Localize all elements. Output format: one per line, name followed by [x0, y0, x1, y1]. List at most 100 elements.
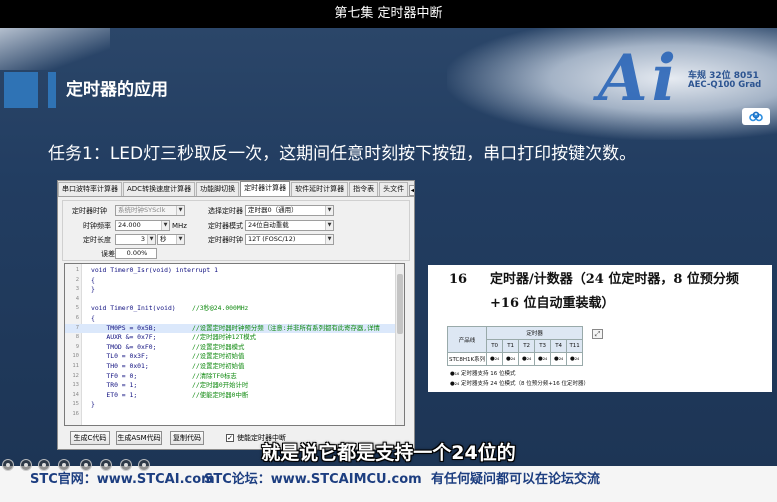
- expand-icon[interactable]: ⤢: [592, 329, 603, 339]
- player-control-icon[interactable]: [2, 459, 14, 471]
- table-cell: ●₂₄: [550, 352, 568, 366]
- footer-bar: STC官网：www.STCAI.com STC论坛：www.STCAIMCU.c…: [0, 466, 777, 502]
- player-control-icon[interactable]: [100, 459, 112, 471]
- duration-unit-select[interactable]: 秒 ▼: [157, 234, 185, 245]
- table-cell: ●₂₄: [534, 352, 552, 366]
- table-header-product: 产品线: [446, 326, 488, 353]
- player-control-icon[interactable]: [138, 459, 150, 471]
- code-line[interactable]: 11 TH0 = 0x01; //设置定时初始值: [65, 362, 397, 372]
- stepper-icon: ▼: [147, 235, 155, 244]
- cloud-icon: [749, 111, 763, 122]
- logo-tagline-2: AEC-Q100 Grad: [688, 80, 762, 90]
- timer-clock-source-label: 定时器时钟: [72, 207, 107, 215]
- generated-code-editor[interactable]: 1 void Timer0_Isr(void) interrupt 1 2{3} 4 5…: [64, 263, 405, 426]
- clock-freq-unit: MHz: [172, 222, 187, 230]
- code-text: void Timer0_Init(void): [91, 304, 176, 313]
- table-col-t3: T3: [534, 339, 552, 353]
- tab-pin-switch[interactable]: 功能脚切换: [196, 182, 240, 196]
- code-line[interactable]: 4: [65, 295, 397, 305]
- timer-clock-label: 定时器时钟: [208, 236, 243, 244]
- tab-adc-calculator[interactable]: ADC转换速度计算器: [123, 182, 196, 196]
- table-cell: ●₂₄: [518, 352, 536, 366]
- section-marker-bar: [48, 72, 56, 108]
- tab-header-file[interactable]: 头文件: [379, 182, 409, 196]
- code-scrollbar-thumb[interactable]: [397, 274, 403, 334]
- line-number: 8: [75, 334, 79, 341]
- tool-tab-bar: 串口波特率计算器 ADC转换速度计算器 功能脚切换 定时器计算器 软件延时计算器…: [58, 181, 414, 197]
- tab-scroll-arrows: ◀ ▶: [409, 185, 414, 196]
- code-comment: //定时器时钟12T模式: [192, 333, 256, 342]
- footnote-16bit: ●₁₆ 定时器支持 16 位模式: [450, 371, 516, 377]
- tab-instruction-table[interactable]: 指令表: [349, 182, 379, 196]
- code-line[interactable]: 13 TR0 = 1; //定时器0开始计时: [65, 381, 397, 391]
- code-line[interactable]: 1 void Timer0_Isr(void) interrupt 1: [65, 266, 397, 276]
- timer-clock-source-select[interactable]: 系统时钟SYSclk ▼: [115, 205, 185, 216]
- code-text: TMOD &= 0xF0;: [91, 342, 157, 351]
- timer-settings-panel: 定时器时钟 系统时钟SYSclk ▼ 时钟频率 24.000 ▼ MHz 定时长度 …: [62, 200, 410, 261]
- line-number: 5: [75, 305, 79, 312]
- timer-mode-select[interactable]: 24位自动重载 ▼: [245, 220, 334, 231]
- tab-scroll-left-icon[interactable]: ◀: [409, 185, 414, 196]
- tab-baud-calculator[interactable]: 串口波特率计算器: [58, 182, 122, 196]
- code-line[interactable]: 9 TMOD &= 0xF0; //设置定时器模式: [65, 343, 397, 353]
- code-line[interactable]: 15}: [65, 400, 397, 410]
- line-number: 3: [75, 286, 79, 293]
- line-number: 4: [75, 295, 79, 302]
- side-cloud-button[interactable]: [742, 108, 770, 125]
- section-title: 定时器的应用: [66, 80, 168, 100]
- timer-feature-table: 产品线 定时器 T0 T1 T2 T3 T4 T11 STC8H1K系列 ●₂₄…: [446, 326, 584, 366]
- chevron-down-icon: ▼: [325, 206, 333, 215]
- video-title: 第七集 定时器中断: [0, 0, 777, 28]
- tab-delay-calculator[interactable]: 软件延时计算器: [291, 182, 349, 196]
- tab-timer-calculator[interactable]: 定时器计算器: [240, 181, 291, 196]
- code-text: void Timer0_Isr(void) interrupt 1: [91, 266, 218, 274]
- code-text: TL0 = 0x3F;: [91, 352, 149, 361]
- player-control-icon[interactable]: [58, 459, 70, 471]
- player-control-icon[interactable]: [38, 459, 50, 471]
- line-number: 2: [75, 276, 79, 283]
- code-scrollbar[interactable]: [395, 264, 404, 425]
- duration-unit-value: 秒: [160, 235, 167, 243]
- clock-freq-input[interactable]: 24.000 ▼: [115, 220, 170, 231]
- table-col-t2: T2: [518, 339, 536, 353]
- code-line[interactable]: 6{: [65, 314, 397, 324]
- timer-calculator-window: 串口波特率计算器 ADC转换速度计算器 功能脚切换 定时器计算器 软件延时计算器…: [57, 180, 415, 450]
- footer-note: 有任何疑问都可以在论坛交流: [431, 472, 601, 487]
- code-line[interactable]: 7 TM0PS = 0x5B; //设置定时器时钟预分频（注意:并非所有系列都有此…: [65, 323, 397, 334]
- footer-website: STC官网：www.STCAI.com: [30, 472, 215, 487]
- code-line[interactable]: 8 AUXR &= 0x7F; //定时器时钟12T模式: [65, 333, 397, 343]
- player-control-icon[interactable]: [120, 459, 132, 471]
- code-line[interactable]: 3}: [65, 285, 397, 295]
- timer-clock-value: 12T (FOSC/12): [248, 235, 296, 243]
- task-description: 任务1：LED灯三秒取反一次，这期间任意时刻按下按钮，串口打印按键次数。: [48, 144, 637, 164]
- player-control-icon[interactable]: [80, 459, 92, 471]
- timer-clock-select[interactable]: 12T (FOSC/12) ▼: [245, 234, 334, 245]
- code-line[interactable]: 12 TF0 = 0; //清除TF0标志: [65, 372, 397, 382]
- chevron-down-icon: ▼: [325, 235, 333, 244]
- datasheet-excerpt: 16 定时器/计数器（24 位定时器，8 位预分频 +16 位自动重装载） 产品…: [428, 265, 772, 392]
- code-text: TF0 = 0;: [91, 371, 138, 380]
- duration-input[interactable]: 3 ▼: [115, 234, 156, 245]
- code-line[interactable]: 16: [65, 410, 397, 420]
- line-number: 1: [75, 267, 79, 273]
- select-timer-label: 选择定时器: [208, 207, 243, 215]
- code-line[interactable]: 5 void Timer0_Init(void) //3秒@24.000MHz: [65, 304, 397, 314]
- line-number: 11: [72, 362, 79, 369]
- timer-mode-label: 定时器模式: [208, 222, 243, 230]
- code-line[interactable]: 14 ET0 = 1; //使能定时器0中断: [65, 391, 397, 401]
- player-control-icon[interactable]: [20, 459, 32, 471]
- code-line[interactable]: 2{: [65, 276, 397, 286]
- duration-value: 3: [140, 235, 145, 243]
- code-text: ET0 = 1;: [91, 390, 138, 399]
- line-number: 9: [75, 343, 79, 350]
- select-timer-select[interactable]: 定时器0（通用） ▼: [245, 205, 334, 216]
- table-col-t0: T0: [486, 339, 504, 353]
- code-line[interactable]: 10 TL0 = 0x3F; //设置定时初始值: [65, 352, 397, 362]
- table-row: STC8H1K系列 ●₂₄ ●₂₄ ●₂₄ ●₂₄ ●₂₄ ●₂₄: [446, 352, 584, 366]
- code-text: TM0PS = 0x5B;: [91, 323, 157, 332]
- code-comment: //设置定时初始值: [192, 352, 245, 361]
- datasheet-title-line1: 定时器/计数器（24 位定时器，8 位预分频: [490, 272, 739, 287]
- code-lines: 1 void Timer0_Isr(void) interrupt 1 2{3} 4 5…: [65, 266, 397, 420]
- table-cell: ●₂₄: [566, 352, 584, 366]
- code-text: {: [91, 313, 95, 322]
